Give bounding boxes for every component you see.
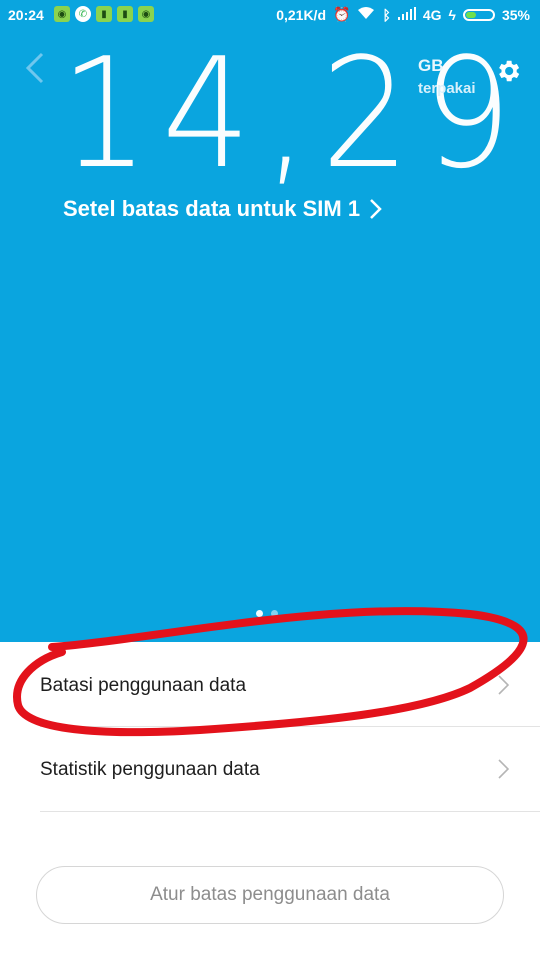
charging-icon: ϟ bbox=[448, 6, 456, 23]
android-notify-icon: ◉ bbox=[138, 6, 154, 22]
alarm-icon: ⏰ bbox=[333, 6, 351, 22]
back-icon[interactable] bbox=[20, 50, 48, 86]
data-used-value: 14,29 bbox=[60, 25, 525, 202]
battery-percent: 35% bbox=[501, 6, 530, 23]
set-data-limit-button[interactable]: Atur batas penggunaan data bbox=[36, 866, 504, 924]
sim-card-icon: ▮ bbox=[117, 6, 133, 22]
set-limit-link-label: Setel batas data untuk SIM 1 bbox=[63, 196, 361, 221]
data-unit: GB bbox=[418, 56, 444, 75]
page-dot-active bbox=[256, 610, 263, 617]
battery-fill bbox=[465, 11, 476, 18]
bluetooth-icon: ᛒ bbox=[382, 6, 391, 23]
divider bbox=[40, 726, 540, 727]
network-type: 4G bbox=[422, 6, 442, 23]
battery-icon bbox=[462, 8, 495, 21]
set-limit-link[interactable]: Setel batas data untuk SIM 1 bbox=[63, 196, 382, 222]
status-time: 20:24 bbox=[8, 7, 44, 23]
menu-item-label: Statistik penggunaan data bbox=[40, 759, 260, 780]
chevron-right-icon bbox=[370, 199, 382, 219]
signal-icon bbox=[397, 6, 416, 23]
page-dot bbox=[271, 610, 278, 617]
chevron-right-icon bbox=[498, 759, 510, 779]
menu-item-limit-data[interactable]: Batasi penggunaan data bbox=[0, 644, 540, 728]
whatsapp-icon: ✆ bbox=[75, 6, 91, 22]
menu-item-label: Batasi penggunaan data bbox=[40, 675, 247, 696]
network-speed: 0,21K/d bbox=[276, 6, 327, 23]
page-indicator bbox=[256, 610, 278, 617]
sim-card-icon: ▮ bbox=[96, 6, 112, 22]
notification-icons: ◉ ✆ ▮ ▮ ◉ bbox=[54, 6, 154, 22]
menu-item-data-statistics[interactable]: Statistik penggunaan data bbox=[0, 728, 540, 812]
gear-icon[interactable] bbox=[494, 57, 522, 85]
android-notify-icon: ◉ bbox=[54, 6, 70, 22]
status-right-group: 0,21K/d ⏰ ᛒ 4G ϟ 35% bbox=[276, 6, 530, 23]
wifi-icon bbox=[357, 6, 375, 23]
data-unit-caption: terpakai bbox=[418, 80, 476, 97]
chevron-right-icon bbox=[498, 675, 510, 695]
divider bbox=[40, 811, 540, 812]
